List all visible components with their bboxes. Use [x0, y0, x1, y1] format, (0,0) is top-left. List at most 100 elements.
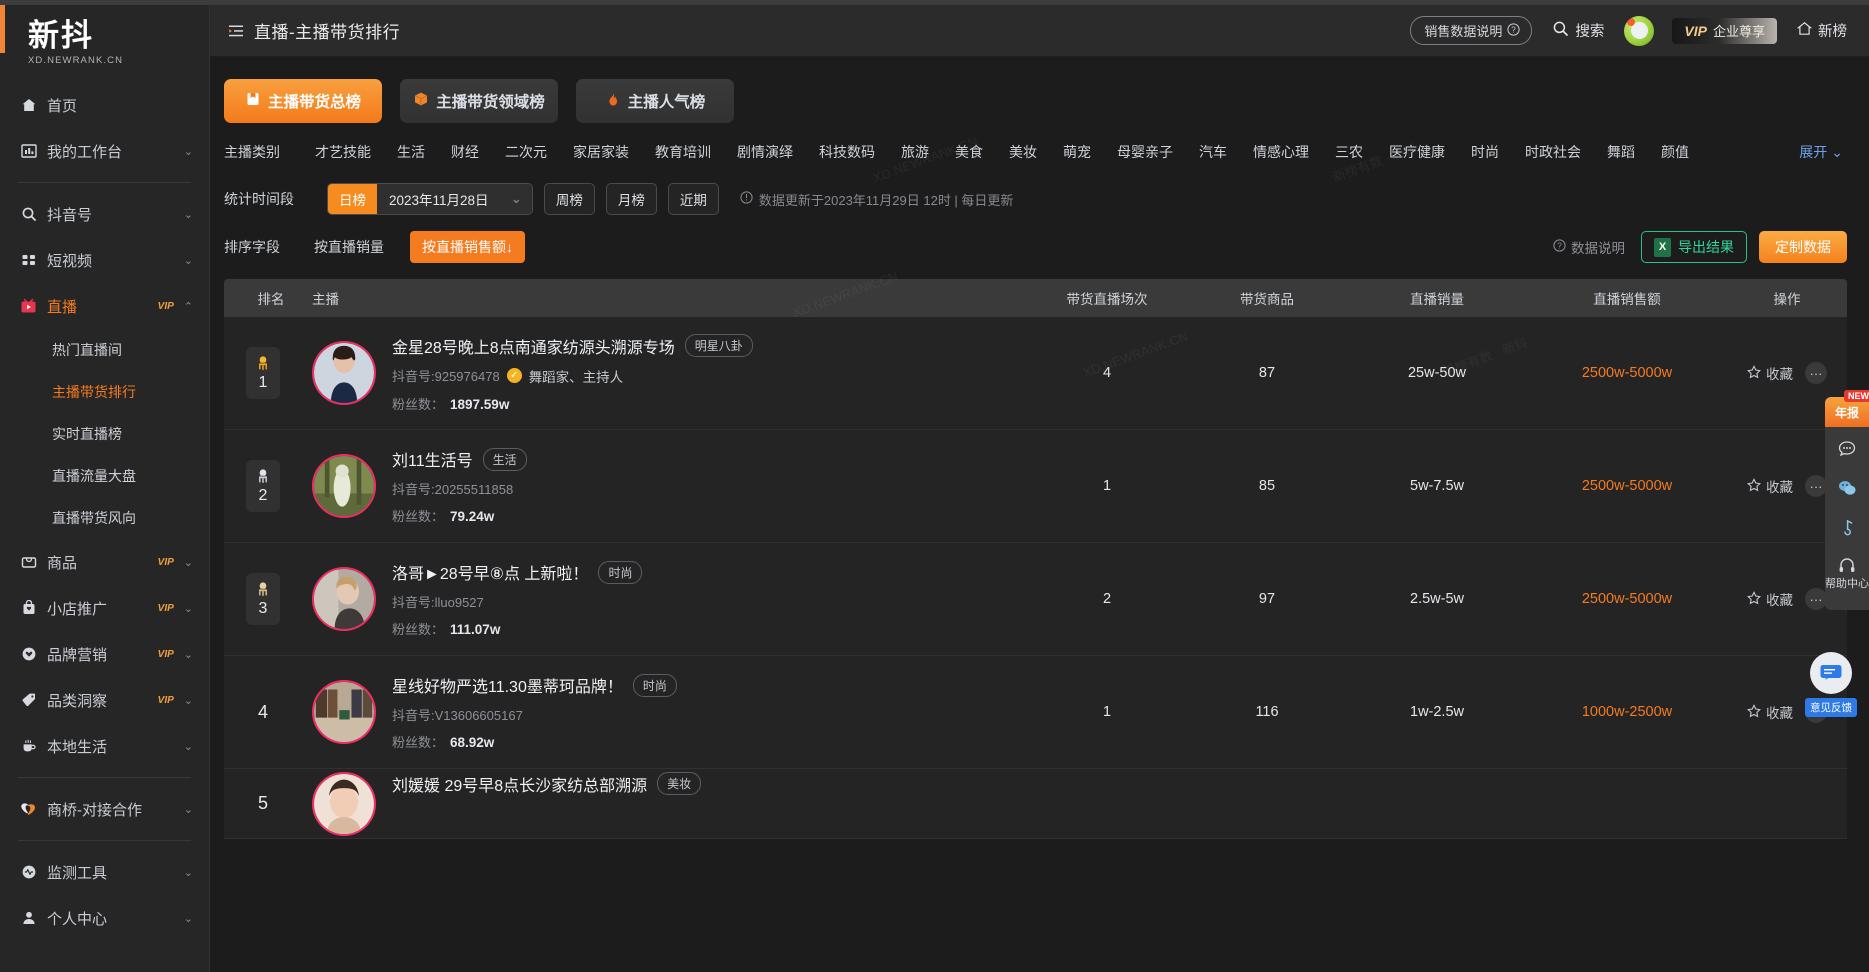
category-item[interactable]: 美妆 [996, 137, 1050, 167]
table-row[interactable]: 1 金星28号晚上8点南通家纺源头溯源专场 明星八卦 抖音号:925976478… [224, 317, 1847, 430]
category-item[interactable]: 情感心理 [1240, 137, 1322, 167]
rail-item-music[interactable] [1825, 507, 1869, 546]
host-avatar[interactable] [312, 771, 376, 836]
vip-enterprise-button[interactable]: VIP 企业尊享 [1672, 17, 1777, 44]
favorite-button[interactable]: 收藏 [1747, 589, 1793, 609]
date-picker[interactable]: 2023年11月28日 ⌄ [377, 184, 532, 214]
more-options-icon[interactable]: ··· [1805, 588, 1827, 610]
tab-host-sales-category[interactable]: 主播带货领域榜 [400, 79, 558, 123]
chevron-up-icon: ⌃ [183, 300, 193, 313]
host-avatar[interactable] [312, 454, 376, 518]
table-row[interactable]: 5 刘媛媛 29号早8点长沙家纺总部溯源 美妆 [224, 769, 1847, 839]
favorite-button[interactable]: 收藏 [1747, 363, 1793, 383]
table-row[interactable]: 2 刘11生活号 生活 抖音号:20255511858 粉丝数： 79.24w … [224, 430, 1847, 543]
host-name[interactable]: 星线好物严选11.30墨蒂珂品牌！ [392, 673, 623, 697]
category-item[interactable]: 科技数码 [806, 137, 888, 167]
sort-by-volume-button[interactable]: 按直播销量 [302, 231, 396, 263]
host-cell[interactable]: 洛哥►28号早⑧点 上新啦！ 时尚 抖音号:lluo9527 粉丝数： 111.0… [302, 560, 1027, 638]
sidebar-item-business-bridge[interactable]: 商桥-对接合作 ⌄ [0, 786, 209, 832]
volume-cell: 25w-50w [1407, 365, 1467, 381]
more-options-icon[interactable]: ··· [1805, 362, 1827, 384]
host-name[interactable]: 金星28号晚上8点南通家纺源头溯源专场 [392, 334, 675, 358]
sidebar-item-short-video[interactable]: 短视频 ⌄ [0, 237, 209, 283]
daily-rank-button[interactable]: 日榜 [328, 184, 377, 214]
host-name[interactable]: 刘媛媛 29号早8点长沙家纺总部溯源 [392, 772, 647, 796]
host-cell[interactable]: 刘11生活号 生活 抖音号:20255511858 粉丝数： 79.24w [302, 447, 1027, 525]
feedback-icon [1810, 652, 1852, 694]
sidebar-subitem-realtime-board[interactable]: 实时直播榜 [0, 413, 209, 455]
host-cell[interactable]: 金星28号晚上8点南通家纺源头溯源专场 明星八卦 抖音号:925976478 ✓… [302, 334, 1027, 413]
category-item[interactable]: 生活 [384, 137, 438, 167]
tab-host-popularity[interactable]: 主播人气榜 [576, 79, 734, 123]
category-item[interactable]: 旅游 [888, 137, 942, 167]
sort-by-amount-button[interactable]: 按直播销售额↓ [410, 231, 525, 263]
data-note-link[interactable]: ? 数据说明 [1553, 237, 1625, 257]
sidebar-item-products[interactable]: 商品 VIP ⌄ [0, 539, 209, 585]
rank-cell: 2 [224, 460, 302, 512]
sidebar-item-douyin-account[interactable]: 抖音号 ⌄ [0, 191, 209, 237]
feedback-widget[interactable]: 意见反馈 [1803, 652, 1859, 717]
sales-data-note-button[interactable]: 销售数据说明 ? [1410, 16, 1533, 45]
collapse-menu-icon[interactable] [228, 23, 244, 39]
sidebar-item-workbench[interactable]: 我的工作台 ⌄ [0, 128, 209, 174]
monthly-rank-button[interactable]: 月榜 [605, 183, 657, 215]
host-cell[interactable]: 星线好物严选11.30墨蒂珂品牌！ 时尚 抖音号:V13606605167 粉丝… [302, 673, 1027, 751]
sidebar-item-brand-marketing[interactable]: 品牌营销 VIP ⌄ [0, 631, 209, 677]
category-item[interactable]: 时政社会 [1512, 137, 1594, 167]
rail-item-wechat[interactable] [1825, 468, 1869, 507]
avatar[interactable] [1624, 15, 1655, 46]
rail-item-chat[interactable] [1825, 429, 1869, 468]
logo-accent-bar [0, 5, 5, 53]
category-item[interactable]: 财经 [438, 137, 492, 167]
sidebar-item-monitor-tools[interactable]: 监测工具 ⌄ [0, 849, 209, 895]
category-item[interactable]: 剧情演绎 [724, 137, 806, 167]
category-item[interactable]: 萌宠 [1050, 137, 1104, 167]
category-item[interactable]: 医疗健康 [1376, 137, 1458, 167]
brand-logo[interactable]: 新抖 XD.NEWRANK.CN [0, 5, 209, 82]
host-avatar[interactable] [312, 680, 376, 744]
table-body: 1 金星28号晚上8点南通家纺源头溯源专场 明星八卦 抖音号:925976478… [224, 317, 1847, 839]
custom-data-button[interactable]: 定制数据 [1759, 231, 1847, 263]
category-item[interactable]: 汽车 [1186, 137, 1240, 167]
sidebar-item-live[interactable]: 直播 VIP ⌃ [0, 283, 209, 329]
table-row[interactable]: 4 星线好物严选11.30墨蒂珂品牌！ 时尚 抖音号:V13606605167 … [224, 656, 1847, 769]
sidebar-item-home[interactable]: 首页 [0, 82, 209, 128]
more-options-icon[interactable]: ··· [1805, 475, 1827, 497]
favorite-button[interactable]: 收藏 [1747, 476, 1793, 496]
search-button[interactable]: 搜索 [1552, 20, 1604, 41]
host-cell[interactable]: 刘媛媛 29号早8点长沙家纺总部溯源 美妆 [302, 771, 1027, 836]
sidebar-subitem-traffic-board[interactable]: 直播流量大盘 [0, 455, 209, 497]
sidebar-item-local-life[interactable]: 本地生活 ⌄ [0, 723, 209, 769]
table-row[interactable]: 3 洛哥►28号早⑧点 上新啦！ 时尚 抖音号:lluo9527 粉丝数： 11… [224, 543, 1847, 656]
host-avatar[interactable] [312, 567, 376, 631]
recent-rank-button[interactable]: 近期 [667, 183, 719, 215]
category-item[interactable]: 美食 [942, 137, 996, 167]
category-item[interactable]: 才艺技能 [302, 137, 384, 167]
sidebar-subitem-trend[interactable]: 直播带货风向 [0, 497, 209, 539]
host-avatar[interactable] [312, 341, 376, 405]
category-item[interactable]: 时尚 [1458, 137, 1512, 167]
sidebar-subitem-host-ranking[interactable]: 主播带货排行 [0, 371, 209, 413]
sidebar-item-personal-center[interactable]: 个人中心 ⌄ [0, 895, 209, 941]
host-name[interactable]: 刘11生活号 [392, 447, 473, 471]
newrank-link[interactable]: 新榜 [1796, 20, 1847, 41]
host-tag: 时尚 [598, 560, 643, 584]
weekly-rank-button[interactable]: 周榜 [543, 183, 595, 215]
category-item[interactable]: 家居家装 [560, 137, 642, 167]
host-name[interactable]: 洛哥►28号早⑧点 上新啦！ [392, 560, 588, 584]
favorite-button[interactable]: 收藏 [1747, 702, 1793, 722]
export-button[interactable]: X 导出结果 [1641, 231, 1747, 263]
category-item[interactable]: 三农 [1322, 137, 1376, 167]
tab-host-sales-total[interactable]: 主播带货总榜 [224, 79, 382, 123]
date-selector[interactable]: 日榜 2023年11月28日 ⌄ [327, 183, 533, 215]
sidebar-item-shop-promotion[interactable]: 小店推广 VIP ⌄ [0, 585, 209, 631]
category-item[interactable]: 教育培训 [642, 137, 724, 167]
expand-categories-button[interactable]: 展开 ⌄ [1799, 142, 1851, 162]
rail-item-help-center[interactable]: 帮助中心 [1825, 546, 1869, 600]
sidebar-subitem-hot-rooms[interactable]: 热门直播间 [0, 329, 209, 371]
category-item[interactable]: 舞蹈 [1594, 137, 1648, 167]
sidebar-item-category-insight[interactable]: 品类洞察 VIP ⌄ [0, 677, 209, 723]
category-item[interactable]: 母婴亲子 [1104, 137, 1186, 167]
category-item[interactable]: 颜值 [1648, 137, 1702, 167]
category-item[interactable]: 二次元 [492, 137, 560, 167]
